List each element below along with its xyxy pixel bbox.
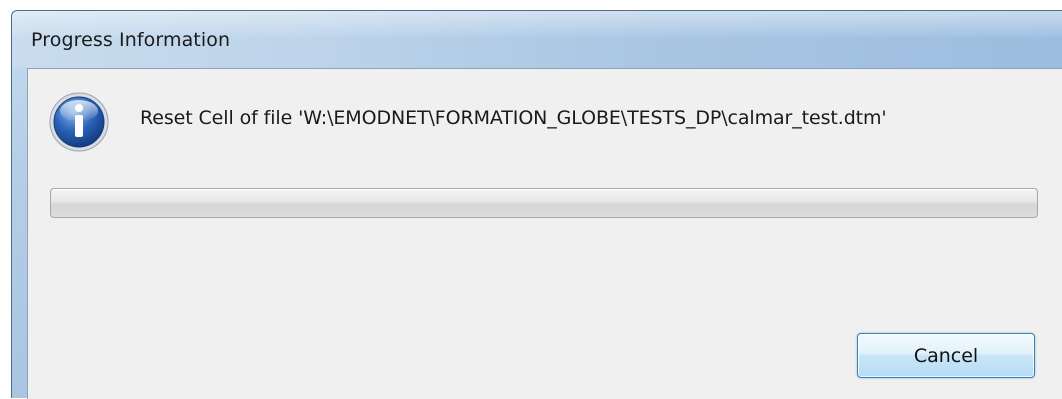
dialog-client-area: Reset Cell of file 'W:\EMODNET\FORMATION… — [27, 68, 1062, 399]
cancel-button[interactable]: Cancel — [857, 333, 1035, 378]
title-bar[interactable]: Progress Information — [12, 11, 1062, 68]
progress-dialog-window: Progress Information Reset Cell of file … — [11, 10, 1062, 399]
progress-message: Reset Cell of file 'W:\EMODNET\FORMATION… — [140, 107, 887, 129]
info-icon — [49, 92, 109, 152]
progress-bar — [50, 188, 1038, 218]
window-title: Progress Information — [31, 29, 231, 51]
